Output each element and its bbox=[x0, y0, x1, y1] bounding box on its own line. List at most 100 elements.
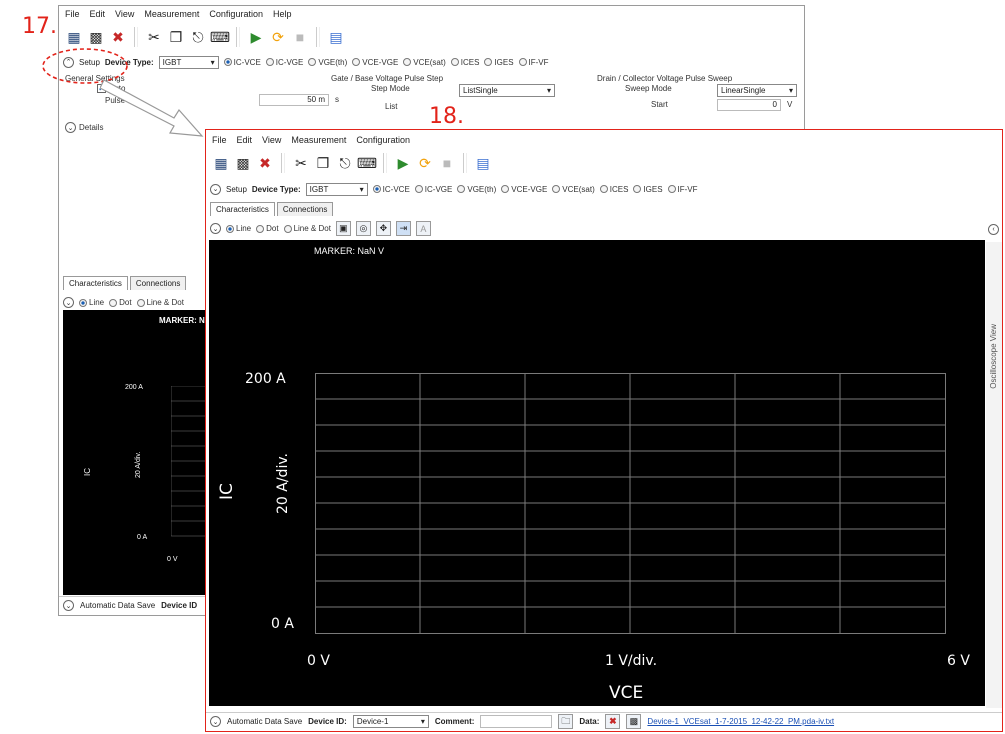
toolbar-separator bbox=[463, 153, 467, 173]
device-id-label: Device ID bbox=[161, 601, 198, 610]
copy-icon[interactable]: ❐ bbox=[314, 154, 332, 172]
menu-measurement[interactable]: Measurement bbox=[291, 135, 346, 145]
save-icon[interactable]: ▩ bbox=[87, 28, 105, 46]
menu-file[interactable]: File bbox=[212, 135, 227, 145]
menu-view[interactable]: View bbox=[115, 9, 134, 19]
front-bottombar: ⌄ Automatic Data Save Device ID: Device-… bbox=[206, 712, 1002, 730]
mode-vce-sat[interactable]: VCE(sat) bbox=[403, 58, 446, 67]
keyboard-icon[interactable]: ⌨ bbox=[357, 154, 377, 172]
y-axis-bottom-label: 0 A bbox=[271, 616, 294, 632]
sweep-mode-select[interactable]: LinearSingle ▾ bbox=[717, 84, 797, 97]
mode-ices[interactable]: ICES bbox=[450, 58, 479, 67]
paste-icon[interactable]: ⎋ bbox=[336, 154, 354, 172]
save-data-icon[interactable]: ▩ bbox=[626, 714, 642, 729]
run-icon[interactable]: ▶ bbox=[247, 28, 265, 46]
oscilloscope-view-side-tab[interactable]: Oscilloscope View bbox=[986, 242, 1002, 708]
front-menubar: File Edit View Measurement Configuration bbox=[206, 132, 1002, 148]
mode-iges[interactable]: IGES bbox=[633, 185, 663, 194]
auto-save-label: Automatic Data Save bbox=[80, 601, 156, 610]
mode-vce-vge[interactable]: VCE-VGE bbox=[501, 185, 547, 194]
menu-view[interactable]: View bbox=[262, 135, 281, 145]
copy-icon[interactable]: ❐ bbox=[167, 28, 185, 46]
toolbar-separator bbox=[281, 153, 285, 173]
collapse-side-icon[interactable]: ‹ bbox=[988, 224, 999, 235]
plot-dot[interactable]: Dot bbox=[256, 224, 279, 233]
step-18-label: 18. bbox=[427, 104, 466, 129]
marker-icon[interactable]: ⇥ bbox=[395, 221, 411, 236]
expand-icon[interactable]: ⌄ bbox=[210, 183, 221, 195]
details-toggle[interactable]: ⌄ Details bbox=[65, 122, 103, 133]
menu-help[interactable]: Help bbox=[273, 9, 292, 19]
mode-if-vf[interactable]: IF-VF bbox=[518, 58, 549, 67]
expand-icon[interactable]: ⌄ bbox=[210, 716, 221, 727]
x-axis-right-label: 6 V bbox=[947, 653, 970, 669]
plot-line[interactable]: Line bbox=[226, 224, 251, 233]
mode-vge-th[interactable]: VGE(th) bbox=[308, 58, 347, 67]
plot-dot[interactable]: Dot bbox=[109, 298, 132, 307]
text-icon[interactable]: A bbox=[415, 221, 431, 236]
tab-connections[interactable]: Connections bbox=[129, 276, 187, 290]
menu-edit[interactable]: Edit bbox=[90, 9, 106, 19]
back-y-top: 200 A bbox=[125, 384, 143, 391]
toolbar-separator bbox=[383, 153, 387, 173]
mode-iges[interactable]: IGES bbox=[484, 58, 514, 67]
mode-vce-sat[interactable]: VCE(sat) bbox=[552, 185, 595, 194]
expand-icon[interactable]: ⌄ bbox=[63, 600, 74, 611]
plot-line[interactable]: Line bbox=[79, 298, 104, 307]
pan-icon[interactable]: ✥ bbox=[375, 221, 391, 236]
menu-configuration[interactable]: Configuration bbox=[209, 9, 263, 19]
auto-save-label: Automatic Data Save bbox=[227, 717, 303, 726]
repeat-icon[interactable]: ⟳ bbox=[269, 28, 287, 46]
cut-icon[interactable]: ✂ bbox=[145, 28, 163, 46]
save-icon[interactable]: ▩ bbox=[234, 154, 252, 172]
open-icon[interactable]: ▦ bbox=[212, 154, 230, 172]
cut-icon[interactable]: ✂ bbox=[292, 154, 310, 172]
tab-characteristics[interactable]: Characteristics bbox=[63, 276, 128, 290]
folder-icon[interactable]: 🗀 bbox=[558, 714, 574, 729]
stop-icon[interactable]: ■ bbox=[291, 28, 309, 46]
mode-ices[interactable]: ICES bbox=[599, 185, 628, 194]
device-type-select[interactable]: IGBT ▾ bbox=[305, 182, 368, 196]
mode-ic-vce[interactable]: IC-VCE bbox=[372, 185, 410, 194]
start-input[interactable]: 0 bbox=[717, 99, 781, 111]
delete-icon[interactable]: ✖ bbox=[605, 714, 621, 729]
open-icon[interactable]: ▦ bbox=[65, 28, 83, 46]
tab-connections[interactable]: Connections bbox=[276, 202, 334, 216]
expand-icon[interactable]: ⌄ bbox=[210, 223, 221, 234]
menu-file[interactable]: File bbox=[65, 9, 80, 19]
plot-line-dot[interactable]: Line & Dot bbox=[283, 224, 331, 233]
device-id-select[interactable]: Device-1 ▾ bbox=[352, 715, 429, 728]
menu-measurement[interactable]: Measurement bbox=[144, 9, 199, 19]
mode-ic-vge[interactable]: IC-VGE bbox=[265, 58, 303, 67]
mode-vge-th[interactable]: VGE(th) bbox=[457, 185, 496, 194]
front-toolbar: ▦ ▩ ✖ ✂ ❐ ⎋ ⌨ ▶ ⟳ ■ ▤ bbox=[206, 149, 1002, 177]
pulse-period-input[interactable]: 50 m bbox=[259, 94, 329, 106]
device-type-select[interactable]: IGBT ▾ bbox=[158, 55, 219, 69]
mode-if-vf[interactable]: IF-VF bbox=[667, 185, 698, 194]
run-icon[interactable]: ▶ bbox=[394, 154, 412, 172]
data-file-link[interactable]: Device-1_VCEsat_1-7-2015_12-42-22_PM.pda… bbox=[647, 717, 834, 726]
paste-icon[interactable]: ⎋ bbox=[189, 28, 207, 46]
oscilloscope-icon[interactable]: ▤ bbox=[474, 154, 492, 172]
close-file-icon[interactable]: ✖ bbox=[256, 154, 274, 172]
step-mode-select[interactable]: ListSingle ▾ bbox=[459, 84, 555, 97]
repeat-icon[interactable]: ⟳ bbox=[416, 154, 434, 172]
expand-icon[interactable]: ⌄ bbox=[63, 297, 74, 308]
oscilloscope-icon[interactable]: ▤ bbox=[327, 28, 345, 46]
start-label: Start bbox=[651, 100, 668, 109]
gate-title: Gate / Base Voltage Pulse Step bbox=[331, 74, 444, 83]
comment-input[interactable] bbox=[480, 715, 553, 728]
autoscale-icon[interactable]: ◎ bbox=[355, 221, 371, 236]
keyboard-icon[interactable]: ⌨ bbox=[210, 28, 230, 46]
mode-ic-vge[interactable]: IC-VGE bbox=[414, 185, 452, 194]
menu-configuration[interactable]: Configuration bbox=[356, 135, 410, 145]
start-unit: V bbox=[787, 100, 793, 109]
tab-characteristics[interactable]: Characteristics bbox=[210, 202, 275, 216]
mode-vce-vge[interactable]: VCE-VGE bbox=[352, 58, 398, 67]
menu-edit[interactable]: Edit bbox=[237, 135, 253, 145]
mode-ic-vce[interactable]: IC-VCE bbox=[223, 58, 261, 67]
plot-line-dot[interactable]: Line & Dot bbox=[136, 298, 184, 307]
camera-icon[interactable]: ▣ bbox=[335, 221, 351, 236]
stop-icon[interactable]: ■ bbox=[438, 154, 456, 172]
close-file-icon[interactable]: ✖ bbox=[109, 28, 127, 46]
